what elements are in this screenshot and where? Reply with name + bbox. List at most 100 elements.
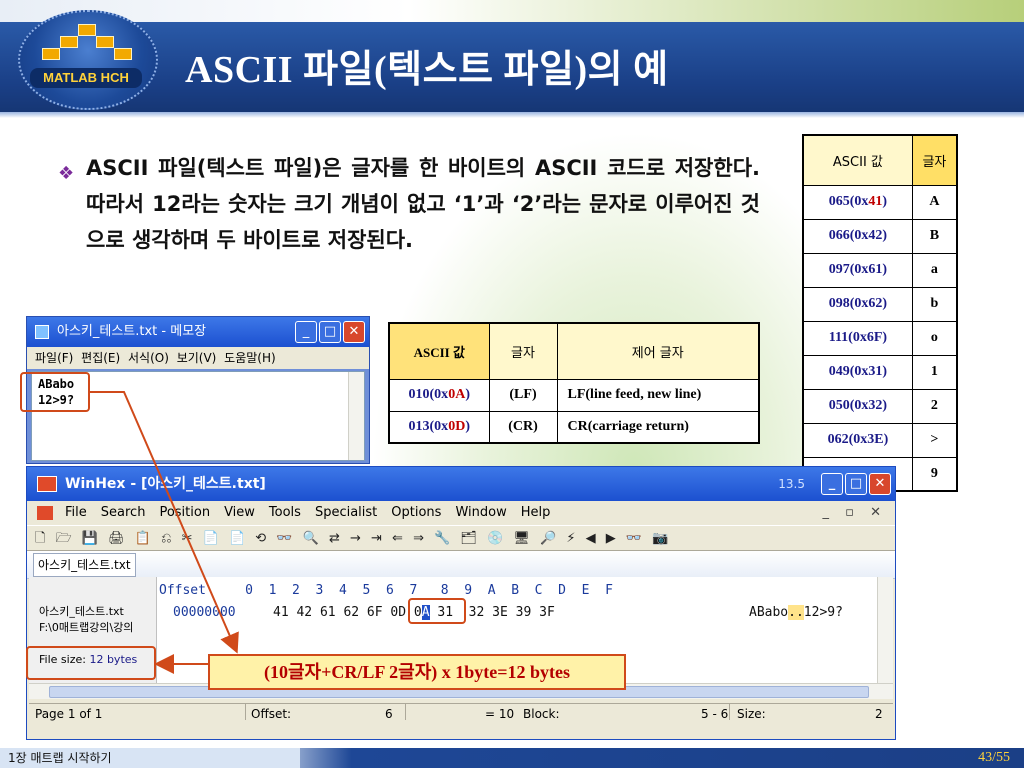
menu-help[interactable]: Help [521,501,551,525]
minimize-button[interactable]: _ [821,473,843,495]
status-block-label: Block: [523,707,560,721]
ascii-table-row: 065(0x41) A [802,184,958,220]
status-page: Page 1 of 1 [35,707,103,721]
ascii-char-cell: B [911,218,958,254]
file-path: F:\0매트랩강의\강의 [39,621,134,634]
top-decor-strip [0,0,1024,22]
hex-offset: 00000000 [173,605,236,620]
menu-search[interactable]: Search [101,501,146,525]
highlight-notepad-text [20,372,90,412]
control-char-cell: (CR) [488,410,558,444]
maximize-button[interactable]: □ [319,321,341,343]
ascii-table-row: 050(0x32) 2 [802,388,958,424]
ascii-char-cell: A [911,184,958,220]
hex-column-header: Offset 0 1 2 3 4 5 6 7 8 9 A B C D E F [159,583,613,598]
ascii-table-header-char: 글자 [911,134,958,186]
menu-options[interactable]: Options [391,501,441,525]
control-char-table: ASCII 값 글자 제어 글자 010(0x0A) (LF) LF(line fe… [388,322,760,444]
control-table-header-char: 글자 [488,322,558,380]
ascii-value-cell: 062(0x3E) [802,422,913,458]
ascii-table-row: 062(0x3E) > [802,422,958,458]
close-button[interactable]: ✕ [343,321,365,343]
ascii-char-cell: a [911,252,958,288]
status-block-value: 5 - 6 [701,707,729,721]
control-desc-cell: LF(line feed, new line) [556,378,760,412]
menu-position[interactable]: Position [159,501,210,525]
ascii-char-cell: > [911,422,958,458]
logo-blocks-icon [42,24,132,68]
menu-window[interactable]: Window [455,501,506,525]
control-table-header-value: ASCII 값 [388,322,490,380]
menu-specialist[interactable]: Specialist [315,501,377,525]
highlight-crlf-bytes [408,598,466,624]
control-desc-cell: CR(carriage return) [556,410,760,444]
control-value-cell: 013(0x0D) [388,410,490,444]
minimize-button[interactable]: _ [295,321,317,343]
byte-count-note: (10글자+CR/LF 2글자) x 1byte=12 bytes [208,654,626,690]
tab-file[interactable]: 아스키_테스트.txt [33,553,136,577]
ascii-char-cell: b [911,286,958,322]
control-table-header-desc: 제어 글자 [556,322,760,380]
file-name: 아스키_테스트.txt [39,605,124,618]
notepad-titlebar[interactable]: 아스키_테스트.txt - 메모장 _ □ ✕ [27,317,369,347]
status-offset-value: 6 [385,707,393,721]
slide-title: ASCII 파일(텍스트 파일)의 예 [185,49,669,91]
notepad-menubar[interactable]: 파일(F) 편집(E) 서식(O) 보기(V) 도움말(H) [27,347,369,369]
footer-page-number: 43/55 [978,750,1010,765]
menu-file[interactable]: File [65,501,87,525]
notepad-title: 아스키_테스트.txt - 메모장 [57,324,207,339]
ascii-end: 12>9? [803,605,843,620]
ascii-table-row: 111(0x6F) o [802,320,958,356]
menu-tools[interactable]: Tools [269,501,301,525]
control-table-row: 013(0x0D) (CR) CR(carriage return) [388,410,760,444]
ascii-value-cell: 065(0x41) [802,184,913,220]
logo-text: MATLAB HCH [30,68,142,88]
control-char-cell: (LF) [488,378,558,412]
control-value-cell: 010(0x0A) [388,378,490,412]
winhex-doc-icon [37,506,53,520]
ascii-char-cell: 2 [911,388,958,424]
ascii-crlf: .. [788,605,804,620]
ascii-table-row: 097(0x61) a [802,252,958,288]
notepad-scrollbar[interactable] [348,372,364,460]
winhex-tabbar: 아스키_테스트.txt [27,551,895,579]
ascii-char-cell: 9 [911,456,958,492]
status-size-value: 2 [875,707,883,721]
header-underline [0,112,1024,118]
ascii-value-cell: 097(0x61) [802,252,913,288]
winhex-title: WinHex - [아스키_테스트.txt] [65,476,266,492]
hex-ascii[interactable]: ABabo..12>9? [749,605,843,620]
ascii-table-row: 049(0x31) 1 [802,354,958,390]
control-table-row: 010(0x0A) (LF) LF(line feed, new line) [388,378,760,412]
ascii-table-row: 066(0x42) B [802,218,958,254]
status-size-label: Size: [737,707,766,721]
winhex-toolbar[interactable]: 🗋 🗁 💾 🖨 📋 ⎌ ✂ 📄 📄 ⟲ 👓 🔍 ⇄ → ⇥ ⇐ ⇒ 🔧 🗂 💿 … [27,525,895,551]
bullet-paragraph: ❖ ASCII 파일(텍스트 파일)은 글자를 한 바이트의 ASCII 코드로… [58,150,760,258]
close-button[interactable]: ✕ [869,473,891,495]
mdi-window-controls[interactable]: _ ▫ ✕ [823,501,887,525]
ascii-value-cell: 049(0x31) [802,354,913,390]
winhex-vertical-scrollbar[interactable] [877,577,893,683]
ascii-start: ABabo [749,605,789,620]
winhex-app-icon [37,476,57,492]
menu-view[interactable]: View [224,501,255,525]
ascii-table-row: 098(0x62) b [802,286,958,322]
footer-band [260,748,1024,768]
ascii-value-cell: 098(0x62) [802,286,913,322]
winhex-statusbar: Page 1 of 1 Offset: 6 = 10 Block: 5 - 6 … [29,703,893,723]
maximize-button[interactable]: □ [845,473,867,495]
bullet-diamond-icon: ❖ [58,163,75,184]
hex-byte-cr[interactable]: 0D [390,605,406,620]
ascii-table-header-value: ASCII 값 [802,134,913,186]
winhex-titlebar[interactable]: WinHex - [아스키_테스트.txt] 13.5 _ □ ✕ [27,467,895,501]
ascii-table: ASCII 값 글자 065(0x41) A 066(0x42) B 097(0x61)… [802,134,958,492]
bullet-text: ASCII 파일(텍스트 파일)은 글자를 한 바이트의 ASCII 코드로 저… [86,156,760,252]
hex-bytes-start[interactable]: 41 42 61 62 6F [273,605,390,620]
status-offset-label: Offset: [251,707,292,721]
ascii-char-cell: 1 [911,354,958,390]
winhex-version: 13.5 [778,477,805,491]
ascii-value-cell: 050(0x32) [802,388,913,424]
ascii-char-cell: o [911,320,958,356]
winhex-menubar: File Search Position View Tools Speciali… [27,501,895,525]
highlight-file-size [26,646,156,680]
